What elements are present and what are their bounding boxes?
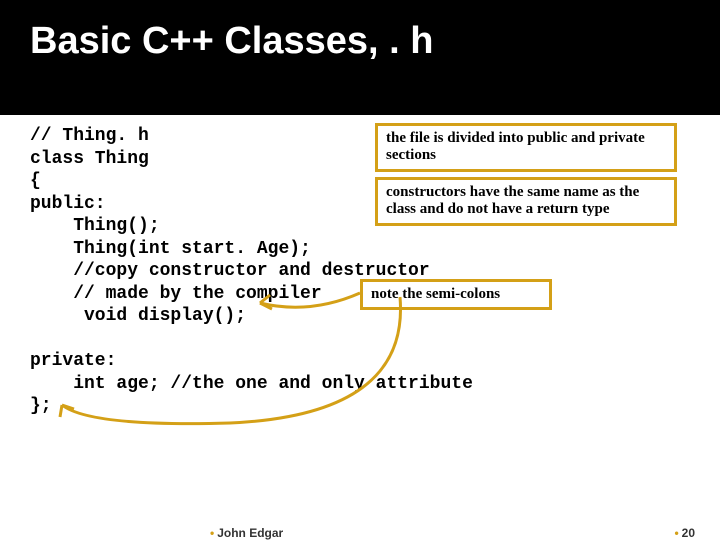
- footer-author: •John Edgar: [210, 526, 283, 540]
- slide-title: Basic C++ Classes, . h: [0, 0, 720, 63]
- callout-constructors: constructors have the same name as the c…: [375, 177, 677, 226]
- callout-public-private: the file is divided into public and priv…: [375, 123, 677, 172]
- arrow-class-semicolon: [50, 295, 420, 435]
- bullet-icon: •: [674, 526, 678, 540]
- bullet-icon: •: [210, 526, 214, 540]
- slide-body: // Thing. h class Thing { public: Thing(…: [0, 115, 720, 540]
- footer-page: •20: [674, 526, 695, 540]
